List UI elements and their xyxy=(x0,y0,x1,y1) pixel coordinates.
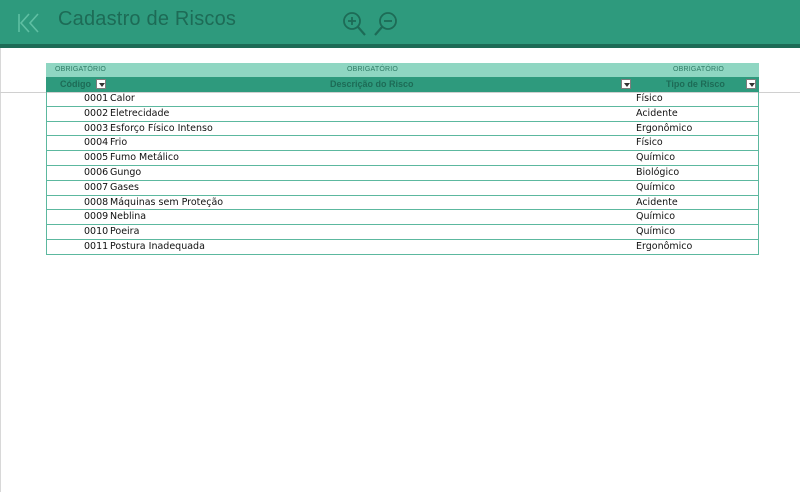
table-row[interactable]: 0011 Postura Inadequada Ergonômico xyxy=(47,240,758,255)
table-header: Código Descrição do Risco Tipo de Risco xyxy=(46,77,759,92)
cell-description[interactable]: Neblina xyxy=(110,211,146,222)
table-row[interactable]: 0003 Esforço Físico Intenso Ergonômico xyxy=(47,122,758,137)
table-row[interactable]: 0002 Eletrecidade Acidente xyxy=(47,107,758,122)
zoom-in-icon[interactable] xyxy=(339,10,367,38)
cell-description[interactable]: Calor xyxy=(110,93,135,104)
filter-dropdown-type[interactable] xyxy=(746,79,756,89)
cell-type[interactable]: Biológico xyxy=(636,167,679,178)
cell-code[interactable]: 0004 xyxy=(84,137,108,148)
cell-type[interactable]: Acidente xyxy=(636,197,678,208)
cell-code[interactable]: 0009 xyxy=(84,211,108,222)
table-body: 0001 Calor Físico 0002 Eletrecidade Acidente… xyxy=(46,92,759,255)
required-band: OBRIGATÓRIO OBRIGATÓRIO OBRIGATÓRIO xyxy=(46,63,759,77)
cell-code[interactable]: 0010 xyxy=(84,226,108,237)
cell-code[interactable]: 0007 xyxy=(84,182,108,193)
table-row[interactable]: 0006 Gungo Biológico xyxy=(47,166,758,181)
page-title: Cadastro de Riscos xyxy=(58,8,237,30)
cell-description[interactable]: Fumo Metálico xyxy=(110,152,179,163)
cell-type[interactable]: Físico xyxy=(636,137,663,148)
column-header-description: Descrição do Risco xyxy=(330,79,414,89)
zoom-out-icon[interactable] xyxy=(372,10,400,38)
table-row[interactable]: 0004 Frio Físico xyxy=(47,136,758,152)
cell-type[interactable]: Físico xyxy=(636,93,663,104)
cell-description[interactable]: Gungo xyxy=(110,167,141,178)
table-row[interactable]: 0007 Gases Químico xyxy=(47,181,758,196)
cell-code[interactable]: 0008 xyxy=(84,197,108,208)
cell-code[interactable]: 0005 xyxy=(84,152,108,163)
cell-description[interactable]: Postura Inadequada xyxy=(110,241,205,252)
cell-description[interactable]: Frio xyxy=(110,137,127,148)
column-header-code: Código xyxy=(60,79,91,89)
cell-code[interactable]: 0001 xyxy=(84,93,108,104)
cell-code[interactable]: 0002 xyxy=(84,108,108,119)
cell-type[interactable]: Químico xyxy=(636,211,675,222)
cell-type[interactable]: Químico xyxy=(636,152,675,163)
cell-description[interactable]: Poeira xyxy=(110,226,139,237)
cell-type[interactable]: Ergonômico xyxy=(636,123,692,134)
table-row[interactable]: 0009 Neblina Químico xyxy=(47,210,758,226)
cell-type[interactable]: Químico xyxy=(636,226,675,237)
app-header: Cadastro de Riscos xyxy=(0,0,800,48)
required-label-code: OBRIGATÓRIO xyxy=(55,66,107,73)
cell-type[interactable]: Ergonômico xyxy=(636,241,692,252)
cell-type[interactable]: Acidente xyxy=(636,108,678,119)
cell-code[interactable]: 0003 xyxy=(84,123,108,134)
risks-table: OBRIGATÓRIO OBRIGATÓRIO OBRIGATÓRIO Códi… xyxy=(46,63,759,255)
cell-type[interactable]: Químico xyxy=(636,182,675,193)
required-label-description: OBRIGATÓRIO xyxy=(347,66,399,73)
sheet-left-border xyxy=(0,48,1,492)
filter-dropdown-code[interactable] xyxy=(96,79,106,89)
required-label-type: OBRIGATÓRIO xyxy=(673,66,725,73)
filter-dropdown-description[interactable] xyxy=(621,79,631,89)
cell-description[interactable]: Máquinas sem Proteção xyxy=(110,197,223,208)
cell-description[interactable]: Eletrecidade xyxy=(110,108,169,119)
table-row[interactable]: 0005 Fumo Metálico Químico xyxy=(47,151,758,166)
skip-to-first-icon[interactable] xyxy=(17,12,41,34)
column-header-type: Tipo de Risco xyxy=(666,79,725,89)
table-row[interactable]: 0008 Máquinas sem Proteção Acidente xyxy=(47,196,758,211)
cell-description[interactable]: Gases xyxy=(110,182,139,193)
cell-description[interactable]: Esforço Físico Intenso xyxy=(110,123,213,134)
table-row[interactable]: 0001 Calor Físico xyxy=(47,92,758,107)
cell-code[interactable]: 0011 xyxy=(84,241,108,252)
table-row[interactable]: 0010 Poeira Químico xyxy=(47,225,758,240)
cell-code[interactable]: 0006 xyxy=(84,167,108,178)
